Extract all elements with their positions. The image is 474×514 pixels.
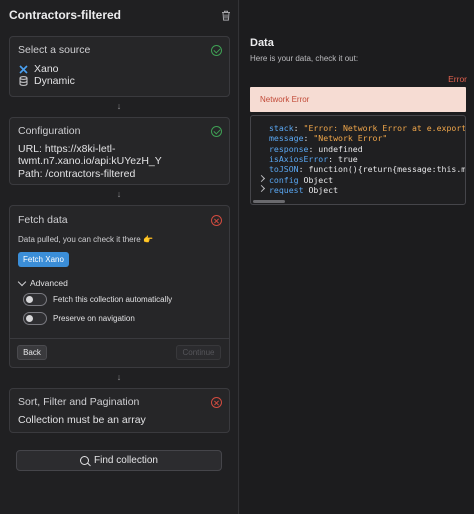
error-circle-icon — [211, 215, 222, 226]
json-line-tojson: toJSON: function(){return{message:this.m… — [269, 164, 466, 175]
config-path: Path: /contractors-filtered — [18, 168, 136, 180]
error-label: Error — [448, 74, 467, 84]
find-collection-label: Find collection — [94, 455, 158, 466]
check-circle-icon — [211, 45, 222, 56]
configuration-card[interactable]: Configuration URL: https://x8ki-letl- tw… — [9, 117, 230, 185]
expand-chevron-icon[interactable] — [257, 174, 266, 183]
chevron-down-icon — [17, 277, 27, 286]
data-panel-subtitle: Here is your data, check it out: — [250, 54, 359, 63]
config-url-line2: twmt.n7.xano.io/api:kUYezH_Y — [18, 155, 162, 167]
arrow-down-icon: ↓ — [116, 101, 122, 111]
panel-header: Contractors-filtered — [9, 6, 231, 24]
fetch-automatically-label: Fetch this collection automatically — [53, 295, 173, 304]
divider — [10, 338, 229, 339]
json-line-config[interactable]: config Object — [269, 175, 333, 185]
preserve-navigation-row: Preserve on navigation — [23, 312, 135, 325]
search-icon — [80, 456, 90, 465]
error-banner: Network Error — [250, 87, 466, 112]
horizontal-scrollbar[interactable] — [253, 200, 285, 203]
left-panel: Contractors-filtered Select a source Xan… — [0, 0, 239, 514]
fetch-automatically-row: Fetch this collection automatically — [23, 293, 172, 306]
sort-filter-card[interactable]: Sort, Filter and Pagination Collection m… — [9, 388, 230, 433]
xano-icon — [18, 64, 29, 75]
arrow-down-icon: ↓ — [116, 372, 122, 382]
error-circle-icon — [211, 397, 222, 408]
json-line-isaxioserror: isAxiosError: true — [269, 153, 358, 164]
expand-chevron-icon[interactable] — [257, 185, 266, 193]
sort-filter-message: Collection must be an array — [18, 414, 146, 426]
configuration-card-title: Configuration — [18, 125, 81, 137]
trash-icon[interactable] — [221, 10, 231, 21]
json-viewer[interactable]: stack: "Error: Network Error at e.export… — [250, 115, 466, 205]
arrow-down-icon: ↓ — [116, 189, 122, 199]
source-card[interactable]: Select a source Xano Dynamic — [9, 36, 230, 97]
json-line-message: message: "Network Error" — [269, 133, 388, 144]
error-banner-text: Network Error — [260, 95, 310, 104]
config-url-line1: URL: https://x8ki-letl- — [18, 143, 116, 155]
back-button[interactable]: Back — [17, 345, 47, 360]
fetch-status-message: Data pulled, you can check it there 👉 — [18, 235, 153, 244]
source-item-label: Dynamic — [34, 75, 75, 87]
sort-filter-card-title: Sort, Filter and Pagination — [18, 396, 140, 408]
continue-button[interactable]: Continue — [176, 345, 221, 360]
find-collection-button[interactable]: Find collection — [16, 450, 222, 471]
preserve-navigation-switch[interactable] — [23, 312, 47, 325]
database-icon — [18, 76, 29, 87]
preserve-navigation-label: Preserve on navigation — [53, 314, 135, 323]
panel-title: Contractors-filtered — [9, 8, 122, 22]
check-circle-icon — [211, 126, 222, 137]
fetch-data-card: Fetch data Data pulled, you can check it… — [9, 205, 230, 368]
data-panel: Data Here is your data, check it out: Er… — [240, 0, 474, 514]
advanced-label: Advanced — [30, 278, 68, 288]
source-item-dynamic: Dynamic — [18, 75, 75, 87]
source-item-label: Xano — [34, 63, 59, 75]
json-line-request[interactable]: request Object — [269, 185, 338, 195]
fetch-automatically-switch[interactable] — [23, 293, 47, 306]
data-panel-title: Data — [250, 37, 274, 49]
source-card-title: Select a source — [18, 44, 91, 56]
fetch-data-card-title: Fetch data — [18, 214, 68, 226]
json-line-response: response: undefined — [269, 143, 363, 154]
json-line-stack: stack: "Error: Network Error at e.export… — [269, 123, 466, 133]
fetch-xano-button[interactable]: Fetch Xano — [18, 252, 69, 267]
advanced-toggle[interactable]: Advanced — [17, 277, 68, 288]
source-item-xano: Xano — [18, 63, 59, 75]
